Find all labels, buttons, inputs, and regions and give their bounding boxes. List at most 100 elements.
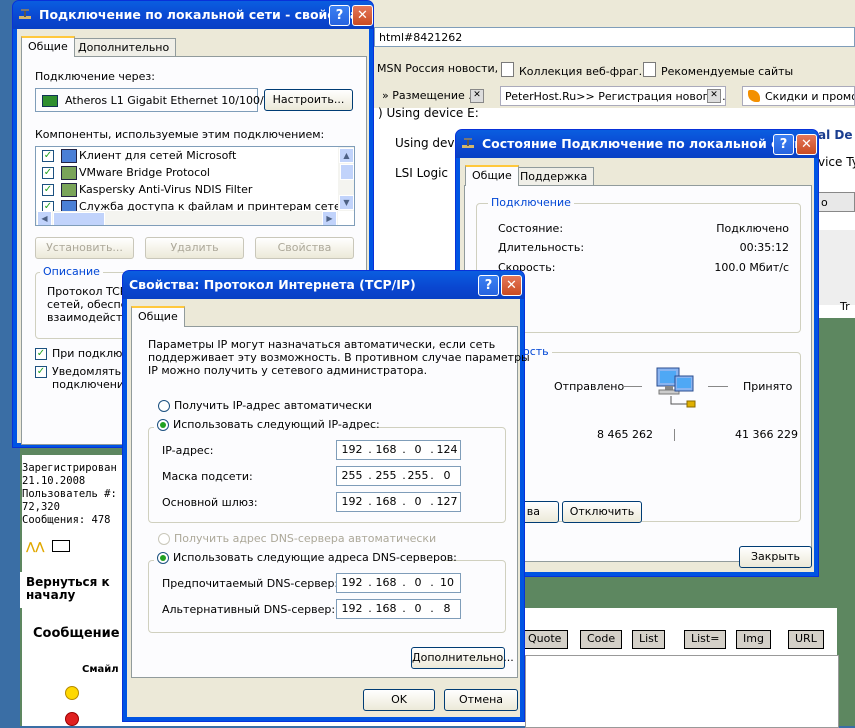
back-to-top-link[interactable]: Вернуться к началу (26, 576, 122, 602)
smile-icon[interactable] (65, 686, 79, 700)
message-label: Сообщение (33, 626, 120, 641)
bbcode-list-eq-button[interactable]: List= (684, 630, 727, 649)
scroll-down-icon[interactable]: ▼ (339, 195, 354, 210)
help-icon[interactable]: ? (773, 134, 794, 155)
ip-octet: 255 (375, 469, 397, 482)
status-titlebar[interactable]: Состояние Подключение по локальной сети (456, 130, 818, 158)
bbcode-quote-button[interactable]: Quote (521, 630, 569, 649)
adapter-icon (42, 95, 58, 107)
intro-text: поддерживает эту возможность. В противно… (148, 351, 530, 364)
bbcode-img-button[interactable]: Img (736, 630, 771, 649)
page-text: ) Using device E: (378, 106, 479, 120)
subnet-mask-field[interactable]: 255. 255. 255. 0 (336, 466, 461, 486)
ip-octet: 10 (440, 576, 454, 589)
close-icon[interactable]: ✕ (796, 134, 817, 155)
help-icon[interactable]: ? (478, 275, 499, 296)
auto-dns-radio[interactable] (158, 533, 170, 545)
sent-label: Отправлено (554, 380, 625, 393)
vertical-scrollbar[interactable]: ▲ ▼ (338, 147, 354, 211)
component-checkbox[interactable]: ✓ (42, 184, 54, 196)
tab-general[interactable]: Общие (131, 306, 185, 327)
speed-value: 100.0 Мбит/с (714, 261, 789, 274)
rank-icon: ⋀⋀ (26, 540, 45, 553)
gateway-field[interactable]: 192. 168. 0. 127 (336, 492, 461, 512)
user-info-line: Сообщения: 478 (22, 514, 111, 526)
user-info-line: Зарегистрирован (22, 462, 117, 474)
browser-tabbar: » Размещение ... ✕ PeterHost.Ru>> Регист… (360, 84, 855, 108)
received-value: 41 366 229 (735, 428, 798, 441)
window-title: Состояние Подключение по локальной сети (482, 136, 803, 151)
auto-ip-radio[interactable] (158, 400, 170, 412)
ip-address-field[interactable]: 192. 168. 0. 124 (336, 440, 461, 460)
tab-support[interactable]: Поддержка (513, 167, 595, 186)
manual-dns-radio[interactable] (157, 552, 169, 564)
description-line: Протокол TCP (47, 285, 127, 298)
adapter-field: Atheros L1 Gigabit Ethernet 10/100/ (35, 88, 264, 112)
state-value: Подключено (716, 222, 789, 235)
close-tab-icon[interactable]: ✕ (470, 89, 484, 103)
advanced-button[interactable]: Дополнительно... (411, 647, 514, 669)
scroll-thumb[interactable] (340, 164, 354, 180)
bbcode-code-button[interactable]: Code (580, 630, 623, 649)
install-button[interactable]: Установить... (35, 237, 134, 259)
bbcode-url-button[interactable]: URL (788, 630, 824, 649)
address-bar[interactable]: html#8421262 (374, 27, 855, 47)
show-icon-checkbox[interactable]: ✓ (35, 348, 47, 360)
scroll-left-icon[interactable]: ◀ (37, 211, 52, 225)
duration-value: 00:35:12 (739, 241, 789, 254)
favorite-link[interactable]: Рекомендуемые сайты (643, 62, 793, 78)
tcpip-titlebar[interactable]: Свойства: Протокол Интернета (TCP/IP) (123, 271, 524, 299)
ip-octet: 192 (341, 443, 363, 456)
smiles-label: Смайл (82, 664, 119, 675)
component-checkbox[interactable]: ✓ (42, 167, 54, 179)
tab-general[interactable]: Общие (465, 165, 519, 186)
properties-button[interactable]: Свойства (255, 237, 354, 259)
configure-button[interactable]: Настроить... (264, 89, 353, 111)
component-checkbox[interactable]: ✓ (42, 150, 54, 162)
manual-dns-option: Использовать следующие адреса DNS-сервер… (154, 551, 457, 565)
tab-advanced[interactable]: Дополнительно (71, 38, 177, 57)
help-icon[interactable]: ? (329, 5, 350, 26)
received-line (708, 386, 728, 387)
protocol-icon (61, 183, 77, 197)
protocol-icon (61, 166, 77, 180)
close-button[interactable]: Закрыть (739, 546, 812, 568)
list-item[interactable]: ✓ VMware Bridge Protocol (36, 164, 338, 181)
preferred-dns-field[interactable]: 192. 168. 0. 10 (336, 573, 461, 593)
notify-checkbox[interactable]: ✓ (35, 366, 47, 378)
cancel-button[interactable]: Отмена (444, 689, 518, 711)
alternate-dns-field[interactable]: 192. 168. 0. 8 (336, 599, 461, 619)
components-list[interactable]: ✓ Клиент для сетей Microsoft ✓ VMware Br… (35, 146, 355, 226)
page-icon (501, 62, 514, 77)
list-item[interactable]: ✓ Kaspersky Anti-Virus NDIS Filter (36, 181, 338, 198)
bbcode-list-button[interactable]: List (632, 630, 666, 649)
ip-octet: 124 (436, 443, 458, 456)
manual-ip-radio[interactable] (157, 419, 169, 431)
divider (674, 429, 675, 441)
remove-button[interactable]: Удалить (145, 237, 244, 259)
scroll-thumb[interactable] (53, 212, 105, 225)
close-icon[interactable]: ✕ (501, 275, 522, 296)
manual-ip-option: Использовать следующий IP-адрес: (154, 418, 380, 432)
window-title: Подключение по локальной сети - свойства (39, 7, 359, 22)
list-item[interactable]: ✓ Клиент для сетей Microsoft (36, 147, 338, 164)
page-button[interactable]: o (818, 192, 855, 212)
favorite-link[interactable]: Коллекция веб-фраг... (501, 62, 649, 78)
close-icon[interactable]: ✕ (352, 5, 373, 26)
tab-general[interactable]: Общие (21, 36, 75, 57)
lan-properties-titlebar[interactable]: Подключение по локальной сети - свойства (13, 1, 373, 29)
favorite-link[interactable]: MSN Россия новости, ... (377, 62, 512, 75)
ok-button[interactable]: OK (363, 689, 435, 711)
close-tab-icon[interactable]: ✕ (707, 89, 721, 103)
message-textarea[interactable] (525, 655, 839, 728)
sent-line (622, 386, 642, 387)
scroll-right-icon[interactable]: ▶ (322, 211, 337, 225)
browser-tab[interactable]: » Размещение ... (378, 86, 483, 106)
angry-smile-icon[interactable] (65, 712, 79, 726)
browser-tab[interactable]: PeterHost.Ru>> Регистрация нового ... (500, 86, 726, 106)
scroll-up-icon[interactable]: ▲ (339, 148, 354, 163)
horizontal-scrollbar[interactable]: ◀ ▶ (36, 211, 338, 225)
favorites-bar: MSN Россия новости, ... Коллекция веб-фр… (360, 58, 855, 82)
ip-octet: 127 (436, 495, 458, 508)
disable-button[interactable]: Отключить (562, 501, 642, 523)
